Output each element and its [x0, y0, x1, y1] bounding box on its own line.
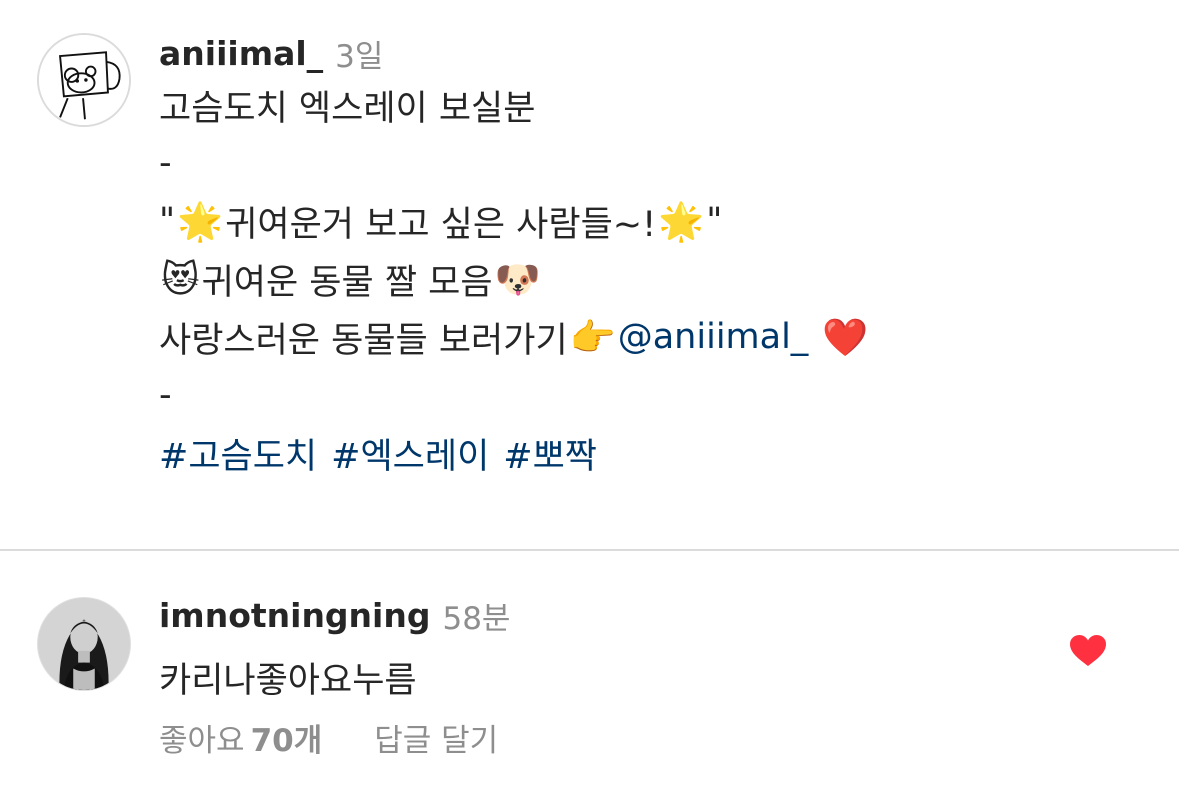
- likes-count[interactable]: 70개: [251, 715, 323, 760]
- hashtag-link[interactable]: #엑스레이: [331, 428, 489, 479]
- caption-line-mention: 사랑스러운 동물들 보러가기 👉 @aniiimal_ ❤️: [159, 308, 1119, 366]
- caption-line-dash-2: -: [159, 366, 1119, 424]
- pointing-hand-icon: 👉: [569, 315, 616, 359]
- post-time: 3일: [335, 38, 384, 75]
- profile-photo-icon: [38, 598, 130, 690]
- star-icon: 🌟: [177, 199, 224, 243]
- bear-doodle-icon: [39, 35, 129, 125]
- caption-quote-text: 귀여운거 보고 싶은 사람들~!: [225, 204, 657, 245]
- comment-time: 58분: [442, 600, 511, 637]
- hashtag-link[interactable]: #고슴도치: [159, 428, 317, 479]
- reply-button[interactable]: 답글 달기: [374, 715, 498, 760]
- heart-eyes-cat-icon: 😻: [161, 257, 200, 301]
- caption-line-collection: 😻 귀여운 동물 짤 모음 🐶: [159, 250, 1119, 308]
- like-heart-button[interactable]: [1069, 634, 1107, 668]
- comment-author-avatar[interactable]: [37, 597, 131, 691]
- post-caption: aniiimal_ 3일 고슴도치 엑스레이 보실분 - " 🌟 귀여운거 보고…: [159, 30, 1119, 482]
- comment-actions: 좋아요 70개 답글 달기: [159, 714, 498, 760]
- post-header: aniiimal_ 3일: [159, 30, 1119, 76]
- comment-text: 카리나좋아요누름: [159, 660, 417, 701]
- comment-header: imnotningning 58분: [159, 592, 1039, 638]
- star-icon: 🌟: [658, 199, 705, 243]
- quote-open: ": [159, 201, 176, 241]
- caption-cta-text: 사랑스러운 동물들 보러가기: [159, 320, 568, 361]
- hashtags: #고슴도치 #엑스레이 #뽀짝: [159, 424, 1119, 482]
- caption-dash: -: [159, 375, 172, 415]
- post-author-avatar[interactable]: [37, 33, 131, 127]
- quote-close: ": [706, 201, 723, 241]
- caption-line-title: 고슴도치 엑스레이 보실분: [159, 76, 1119, 134]
- caption-line-dash: -: [159, 134, 1119, 192]
- comment: imnotningning 58분 카리나좋아요누름: [159, 592, 1039, 706]
- post-username[interactable]: aniiimal_: [159, 34, 323, 73]
- caption-title-text: 고슴도치 엑스레이 보실분: [159, 88, 536, 129]
- likes-label[interactable]: 좋아요: [159, 715, 245, 760]
- divider: [0, 549, 1179, 551]
- dog-face-icon: 🐶: [494, 257, 541, 301]
- hashtag-link[interactable]: #뽀짝: [503, 428, 597, 479]
- heart-icon: [1070, 635, 1106, 666]
- caption-line-quote: " 🌟 귀여운거 보고 싶은 사람들~! 🌟 ": [159, 192, 1119, 250]
- mention-link[interactable]: @aniiimal_: [618, 317, 809, 357]
- caption-collection-text: 귀여운 동물 짤 모음: [201, 262, 493, 303]
- red-heart-icon: ❤️: [822, 315, 869, 359]
- caption-dash: -: [159, 143, 172, 183]
- comment-username[interactable]: imnotningning: [159, 596, 430, 635]
